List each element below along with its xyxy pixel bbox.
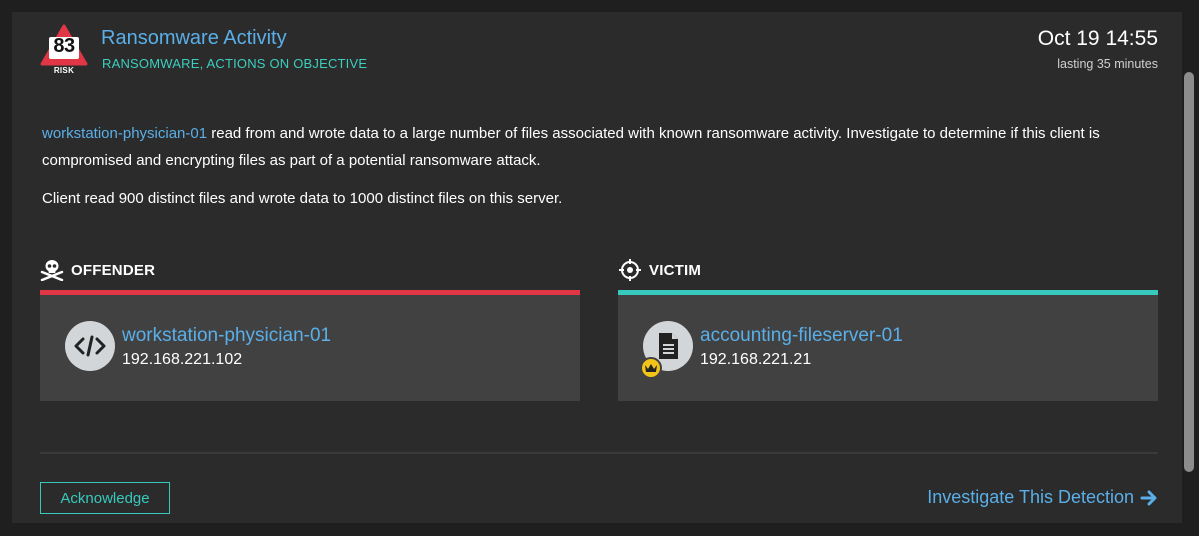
crosshair-icon bbox=[619, 259, 641, 281]
acknowledge-button[interactable]: Acknowledge bbox=[40, 482, 170, 514]
victim-device-ip: 192.168.221.21 bbox=[700, 351, 812, 368]
detection-detail: Client read 900 distinct files and wrote… bbox=[42, 190, 563, 207]
offender-heading: OFFENDER bbox=[40, 258, 155, 282]
victim-device-name[interactable]: accounting-fileserver-01 bbox=[700, 325, 903, 347]
risk-badge: 83 RISK bbox=[40, 24, 88, 76]
investigate-label[interactable]: Investigate This Detection bbox=[927, 487, 1134, 508]
offender-device-ip: 192.168.221.102 bbox=[122, 351, 243, 368]
scrollbar[interactable] bbox=[1184, 72, 1194, 472]
detection-description: workstation-physician-01 read from and w… bbox=[42, 120, 1152, 174]
detection-card: 83 RISK Ransomware Activity RANSOMWARE, … bbox=[12, 12, 1182, 523]
victim-card[interactable]: accounting-fileserver-01 192.168.221.21 bbox=[618, 290, 1158, 401]
victim-heading-label: VICTIM bbox=[649, 261, 702, 279]
crown-icon bbox=[645, 364, 657, 372]
offender-device-name[interactable]: workstation-physician-01 bbox=[122, 325, 331, 347]
offender-card[interactable]: workstation-physician-01 192.168.221.102 bbox=[40, 290, 580, 401]
code-icon bbox=[74, 335, 106, 357]
victim-heading: VICTIM bbox=[618, 258, 701, 282]
offender-device-link[interactable]: workstation-physician-01 bbox=[42, 125, 207, 142]
skull-crossbones-icon bbox=[40, 260, 64, 281]
divider bbox=[40, 452, 1158, 454]
arrow-right-icon bbox=[1140, 490, 1157, 505]
detection-categories: RANSOMWARE, ACTIONS ON OBJECTIVE bbox=[102, 56, 368, 71]
risk-label: RISK bbox=[53, 66, 75, 75]
offender-heading-label: OFFENDER bbox=[71, 261, 156, 279]
investigate-link[interactable]: Investigate This Detection bbox=[927, 487, 1158, 508]
detection-title[interactable]: Ransomware Activity bbox=[101, 27, 287, 50]
detection-duration: lasting 35 minutes bbox=[1057, 57, 1158, 71]
crown-badge bbox=[640, 357, 662, 379]
risk-score: 83 bbox=[53, 35, 75, 57]
device-avatar bbox=[65, 321, 115, 371]
detection-time: Oct 19 14:55 bbox=[1037, 27, 1158, 50]
